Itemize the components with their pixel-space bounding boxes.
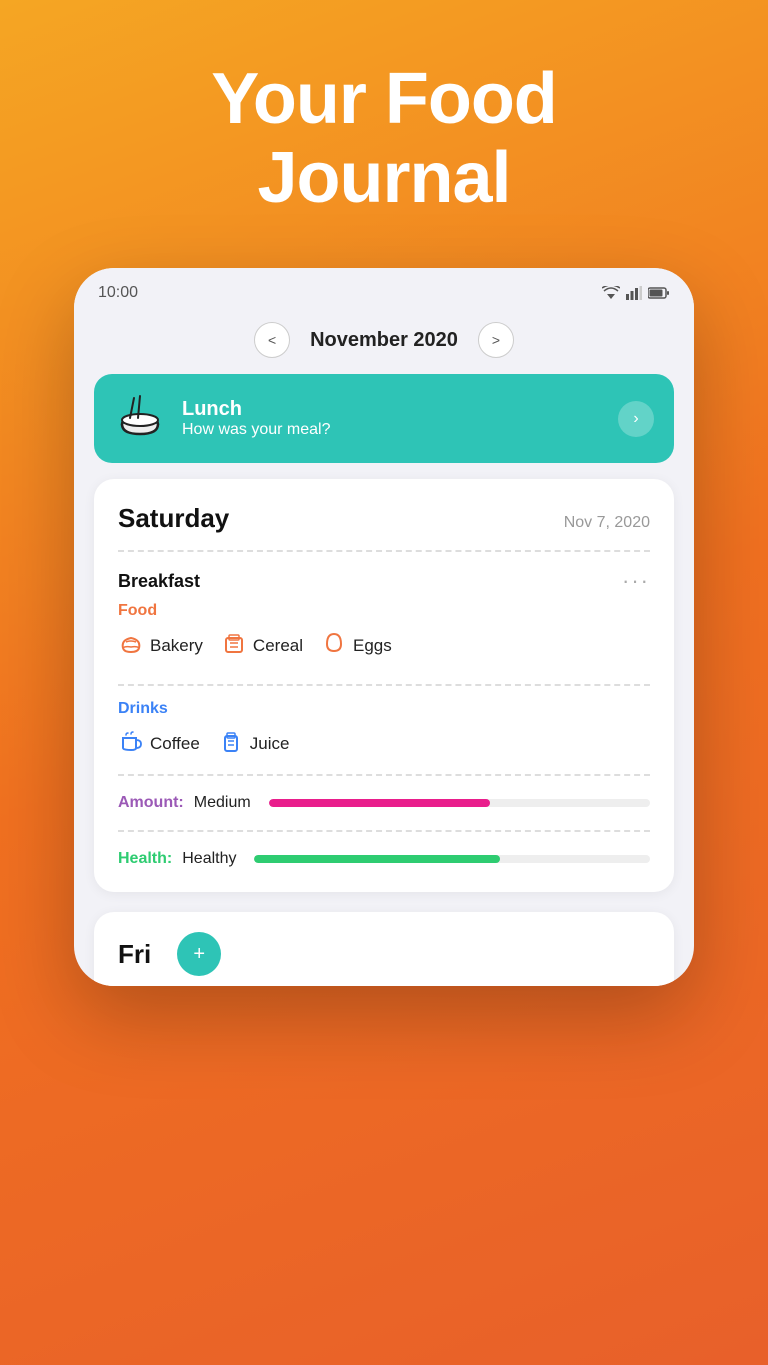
coffee-label: Coffee bbox=[150, 734, 200, 754]
prev-month-button[interactable]: < bbox=[254, 322, 290, 358]
divider-drinks-amount bbox=[118, 774, 650, 776]
divider-food-drinks bbox=[118, 684, 650, 686]
status-bar: 10:00 bbox=[74, 268, 694, 310]
list-item: Juice bbox=[218, 728, 290, 760]
divider-amount-health bbox=[118, 830, 650, 832]
month-nav: < November 2020 > bbox=[74, 310, 694, 374]
health-value: Healthy bbox=[182, 850, 236, 868]
list-item: Cereal bbox=[221, 630, 303, 662]
amount-value: Medium bbox=[194, 794, 251, 812]
bowl-icon bbox=[114, 392, 166, 445]
cereal-icon bbox=[221, 630, 247, 662]
lunch-title: Lunch bbox=[182, 398, 602, 421]
drinks-category-label: Drinks bbox=[118, 700, 650, 718]
health-row: Health: Healthy bbox=[118, 846, 650, 872]
juice-icon bbox=[218, 728, 244, 760]
meal-header: Breakfast ··· bbox=[118, 570, 650, 592]
amount-row: Amount: Medium bbox=[118, 790, 650, 816]
next-month-button[interactable]: > bbox=[478, 322, 514, 358]
list-item: Bakery bbox=[118, 630, 203, 662]
day-header: Saturday Nov 7, 2020 bbox=[118, 503, 650, 534]
day-date: Nov 7, 2020 bbox=[564, 514, 650, 532]
juice-label: Juice bbox=[250, 734, 290, 754]
wifi-icon bbox=[602, 286, 620, 300]
amount-progress-bar bbox=[269, 799, 650, 807]
drinks-section: Drinks Coffee bbox=[118, 700, 650, 760]
coffee-icon bbox=[118, 728, 144, 760]
eggs-label: Eggs bbox=[353, 636, 392, 656]
phone-frame: 10:00 < bbox=[74, 268, 694, 986]
list-item: Coffee bbox=[118, 728, 200, 760]
health-progress-bar bbox=[254, 855, 650, 863]
drinks-items-row: Coffee Juice bbox=[118, 728, 650, 760]
cereal-label: Cereal bbox=[253, 636, 303, 656]
lunch-banner[interactable]: Lunch How was your meal? › bbox=[94, 374, 674, 463]
peek-day-name: Fri bbox=[118, 939, 151, 970]
more-button[interactable]: ··· bbox=[622, 570, 650, 592]
day-name: Saturday bbox=[118, 503, 229, 534]
status-icons bbox=[602, 286, 670, 300]
hero-title: Your Food Journal bbox=[211, 60, 557, 218]
amount-progress-fill bbox=[269, 799, 490, 807]
status-time: 10:00 bbox=[98, 284, 138, 302]
battery-icon bbox=[648, 287, 670, 299]
eggs-icon bbox=[321, 630, 347, 662]
amount-label: Amount: bbox=[118, 794, 184, 812]
day-card: Saturday Nov 7, 2020 Breakfast ··· Food bbox=[94, 479, 674, 892]
peek-add-button[interactable]: + bbox=[177, 932, 221, 976]
bakery-icon bbox=[118, 630, 144, 662]
bottom-card-peek: Fri + bbox=[94, 912, 674, 986]
breakfast-section: Breakfast ··· Food Bakery bbox=[118, 566, 650, 670]
list-item: Eggs bbox=[321, 630, 392, 662]
lunch-arrow-button[interactable]: › bbox=[618, 401, 654, 437]
food-items-row: Bakery Cereal bbox=[118, 630, 650, 662]
bakery-label: Bakery bbox=[150, 636, 203, 656]
signal-icon bbox=[626, 286, 642, 300]
lunch-text: Lunch How was your meal? bbox=[182, 398, 602, 439]
food-category-label: Food bbox=[118, 602, 650, 620]
health-progress-fill bbox=[254, 855, 499, 863]
health-label: Health: bbox=[118, 850, 172, 868]
meal-title: Breakfast bbox=[118, 571, 200, 592]
divider-top bbox=[118, 550, 650, 552]
lunch-subtitle: How was your meal? bbox=[182, 421, 602, 439]
month-label: November 2020 bbox=[310, 329, 458, 352]
